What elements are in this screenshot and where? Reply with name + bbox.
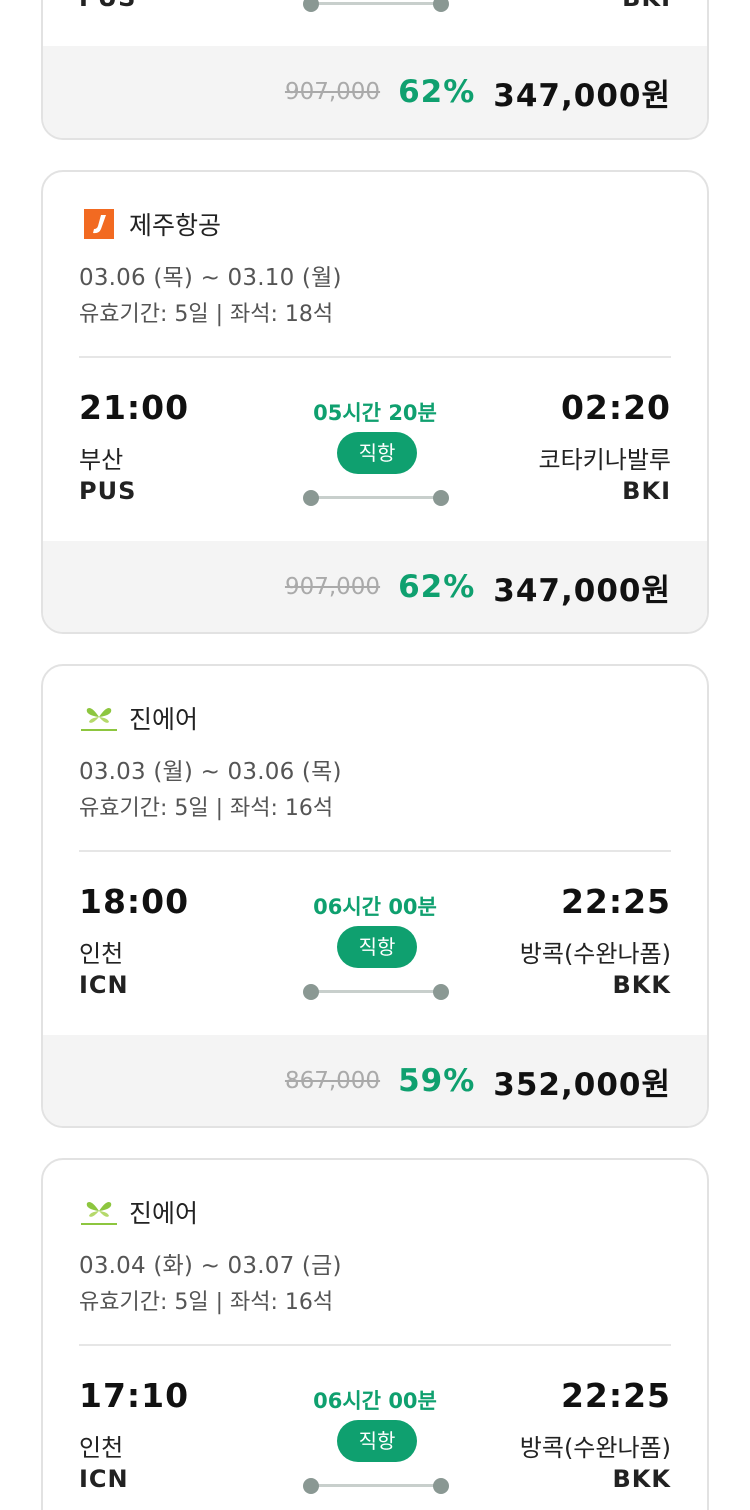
arrival-time: 22:25: [560, 882, 671, 921]
departure-city: 인천: [79, 940, 124, 968]
route-dot-end: [433, 1478, 449, 1494]
validity-seats: 유효기간: 5일 | 좌석: 16석: [79, 1290, 334, 1315]
route-dot-start: [303, 490, 319, 506]
route-line: [311, 1484, 441, 1487]
price-bar: 907,000 62% 347,000원: [43, 46, 707, 138]
travel-dates: 03.06 (목) ~ 03.10 (월): [79, 265, 342, 291]
route-dot-start: [303, 984, 319, 1000]
discount-rate: 59%: [398, 1063, 476, 1099]
departure-code: PUS: [79, 477, 137, 505]
route-dot-end: [433, 984, 449, 1000]
departure-city: 인천: [79, 1434, 124, 1462]
original-price: 907,000: [284, 574, 381, 600]
divider: [79, 1344, 671, 1346]
departure-code: ICN: [79, 971, 129, 999]
arrival-city: 방콕(수완나폼): [519, 1434, 671, 1462]
divider: [79, 850, 671, 852]
airline-row: 제주항공: [79, 206, 221, 242]
arrival-code: BKI: [622, 0, 671, 12]
jinair-logo-icon: [79, 701, 119, 735]
route-dot-start: [303, 0, 319, 12]
departure-code: ICN: [79, 1465, 129, 1493]
flight-card-partial[interactable]: PUS BKI 907,000 62% 347,000원: [41, 0, 709, 140]
final-price: 347,000원: [493, 77, 671, 114]
jinair-logo-icon: [79, 1195, 119, 1229]
airline-name: 진에어: [129, 705, 199, 734]
jeju-air-logo-icon: [79, 207, 119, 241]
departure-city: 부산: [79, 446, 124, 474]
direct-badge: 직항: [337, 1420, 417, 1462]
route-line: [311, 496, 441, 499]
departure-code: PUS: [79, 0, 136, 12]
direct-badge: 직항: [337, 926, 417, 968]
arrival-code: BKI: [622, 477, 671, 505]
route-dot-end: [433, 490, 449, 506]
airline-row: 진에어: [79, 700, 198, 736]
arrival-code: BKK: [612, 971, 671, 999]
original-price: 867,000: [284, 1068, 381, 1094]
flight-card[interactable]: 진에어 03.04 (화) ~ 03.07 (금) 유효기간: 5일 | 좌석:…: [41, 1158, 709, 1510]
arrival-city: 코타키나발루: [538, 446, 671, 474]
travel-dates: 03.04 (화) ~ 03.07 (금): [79, 1253, 342, 1279]
route-line: [311, 2, 441, 5]
price-bar: 867,000 59% 352,000원: [43, 1035, 707, 1126]
route-dot-end: [433, 0, 449, 12]
flight-card[interactable]: 제주항공 03.06 (목) ~ 03.10 (월) 유효기간: 5일 | 좌석…: [41, 170, 709, 634]
travel-dates: 03.03 (월) ~ 03.06 (목): [79, 759, 342, 785]
price-bar: 907,000 62% 347,000원: [43, 541, 707, 632]
divider: [79, 356, 671, 358]
route-dot-start: [303, 1478, 319, 1494]
arrival-time: 02:20: [560, 388, 671, 427]
airline-row: 진에어: [79, 1194, 198, 1230]
arrival-time: 22:25: [560, 1376, 671, 1415]
airline-name: 제주항공: [129, 211, 222, 240]
arrival-city: 방콕(수완나폼): [519, 940, 671, 968]
original-price: 907,000: [284, 79, 381, 105]
flight-card[interactable]: 진에어 03.03 (월) ~ 03.06 (목) 유효기간: 5일 | 좌석:…: [41, 664, 709, 1128]
final-price: 352,000원: [493, 1066, 671, 1103]
route-line: [311, 990, 441, 993]
discount-rate: 62%: [398, 569, 476, 605]
airline-name: 진에어: [129, 1199, 199, 1228]
direct-badge: 직항: [337, 432, 417, 474]
final-price: 347,000원: [493, 572, 671, 609]
discount-rate: 62%: [398, 74, 476, 110]
validity-seats: 유효기간: 5일 | 좌석: 16석: [79, 796, 334, 821]
arrival-code: BKK: [612, 1465, 671, 1493]
validity-seats: 유효기간: 5일 | 좌석: 18석: [79, 302, 334, 327]
